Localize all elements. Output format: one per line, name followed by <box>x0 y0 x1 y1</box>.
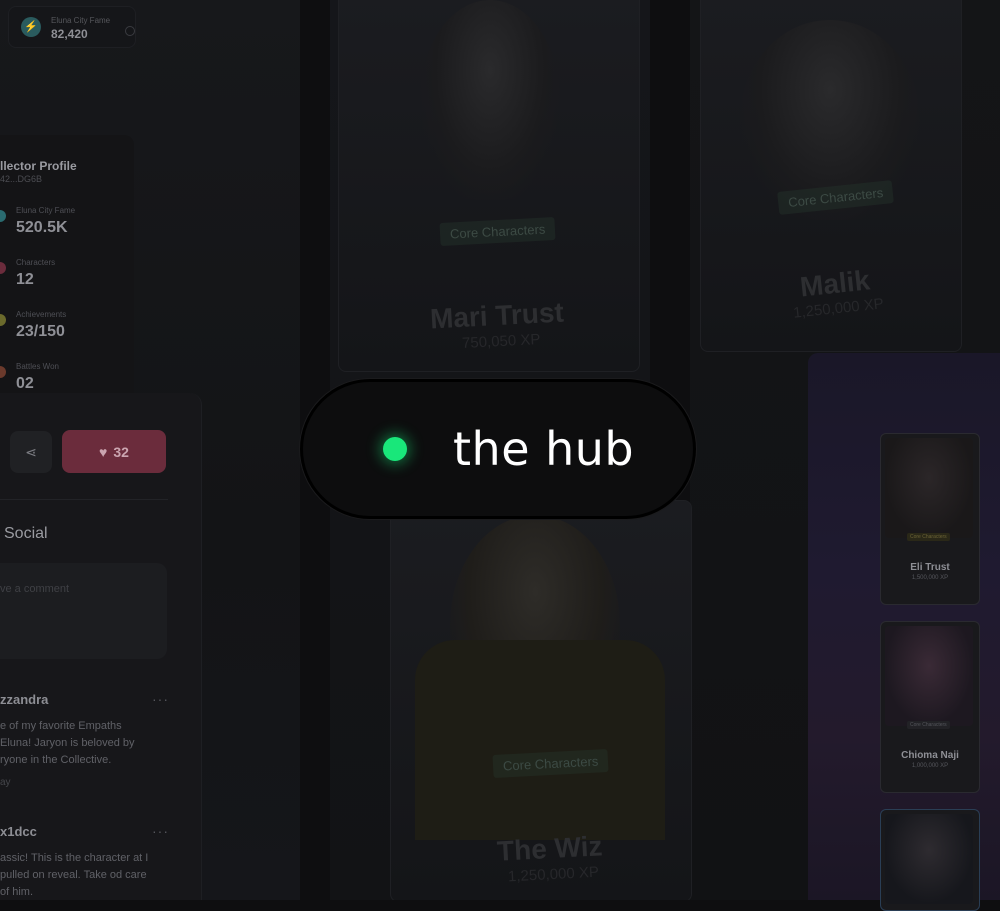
hub-status-pill[interactable]: the hub <box>300 379 696 519</box>
heart-icon: ♥ <box>99 443 108 460</box>
card-portrait <box>885 814 973 904</box>
card-tag: Core Characters <box>907 533 950 541</box>
stat-value: 12 <box>16 271 34 288</box>
card-name: Eli Trust <box>910 562 950 573</box>
fame-value: 82,420 <box>51 27 88 41</box>
card-portrait <box>885 438 973 538</box>
comment-placeholder: ve a comment <box>0 583 70 595</box>
stat-label: Achievements <box>16 310 67 319</box>
divider <box>0 499 168 500</box>
achievements-stat-icon <box>0 314 6 326</box>
comment-input[interactable] <box>0 563 167 659</box>
comment-username[interactable]: x1dcc <box>0 824 37 839</box>
like-button[interactable]: ♥ 32 <box>62 430 166 473</box>
social-section-title: Social <box>4 525 48 542</box>
comment-text: assic! This is the character at I pulled… <box>0 852 149 898</box>
characters-stat-icon <box>0 262 6 274</box>
comment-more-button[interactable]: ··· <box>152 691 169 707</box>
gallery-card[interactable]: Core Characters Chioma Naji 1,000,000 XP <box>880 621 980 793</box>
gallery-card[interactable]: Core Characters Eli Trust 1,500,000 XP <box>880 433 980 605</box>
collector-title: llector Profile <box>0 159 77 173</box>
comment-more-button[interactable]: ··· <box>152 823 169 839</box>
gallery-card[interactable] <box>880 809 980 911</box>
share-icon: ⋖ <box>25 444 37 460</box>
stat-value: 23/150 <box>16 323 65 340</box>
online-status-dot <box>383 437 407 461</box>
card-tag: Core Characters <box>907 721 950 729</box>
fame-pill[interactable]: ⚡ Eluna City Fame 82,420 <box>8 6 136 48</box>
comment-time: ay <box>0 777 11 788</box>
card-xp: 1,000,000 XP <box>911 763 949 769</box>
comment-username[interactable]: zzandra <box>0 692 48 707</box>
card-xp: 1,500,000 XP <box>911 575 949 581</box>
collector-address: 42...DG6B <box>0 174 43 184</box>
fame-stat-icon <box>0 210 6 222</box>
comment-text: e of my favorite Empaths Eluna! Jaryon i… <box>0 720 135 766</box>
settings-dot-icon[interactable] <box>125 26 135 36</box>
battles-stat-icon <box>0 366 6 378</box>
like-count: 32 <box>113 443 129 460</box>
character-body <box>415 640 665 840</box>
stat-label: Characters <box>16 258 56 267</box>
card-portrait <box>885 626 973 726</box>
social-panel: ⋖ ♥ 32 Social ve a comment zzandra ··· e… <box>0 393 202 900</box>
stat-value: 520.5K <box>16 219 68 236</box>
stat-label: Eluna City Fame <box>16 206 76 215</box>
stat-label: Battles Won <box>16 362 59 371</box>
fame-label: Eluna City Fame <box>51 16 111 25</box>
character-portrait <box>420 0 560 200</box>
card-name: Chioma Naji <box>901 750 959 761</box>
share-button[interactable]: ⋖ <box>10 431 52 473</box>
lightning-icon: ⚡ <box>21 17 41 37</box>
character-name: The Wiz <box>496 830 604 867</box>
hub-label: the hub <box>453 422 635 476</box>
character-gallery: Core Characters Eli Trust 1,500,000 XP C… <box>808 353 1000 911</box>
stat-value: 02 <box>16 375 34 392</box>
collector-profile-panel: llector Profile 42...DG6B Eluna City Fam… <box>0 135 134 400</box>
